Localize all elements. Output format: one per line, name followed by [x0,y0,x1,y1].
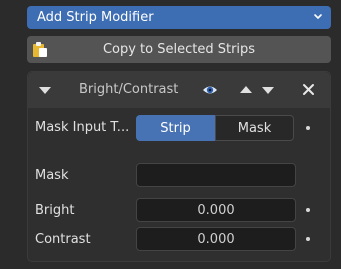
close-icon[interactable] [302,83,315,96]
mask-input-type-decorator[interactable] [306,126,310,130]
contrast-value: 0.000 [197,231,235,247]
paste-icon [33,42,47,57]
bright-decorator[interactable] [306,208,310,212]
add-strip-modifier-dropdown[interactable]: Add Strip Modifier [27,6,331,29]
contrast-label: Contrast [35,232,91,247]
collapse-arrow-icon[interactable] [38,85,52,95]
move-up-icon[interactable] [239,85,253,95]
mask-option[interactable]: Mask [215,115,294,141]
bright-field[interactable]: 0.000 [136,198,296,222]
add-strip-modifier-label: Add Strip Modifier [37,10,154,25]
modifier-title: Bright/Contrast [79,82,179,97]
contrast-field[interactable]: 0.000 [136,227,296,251]
mask-option-label: Mask [237,120,272,136]
strip-modifiers-panel: Add Strip Modifier Copy to Selected Stri… [0,0,341,269]
mask-label: Mask [35,168,69,183]
bright-contrast-modifier: Bright/Contrast Mask Input T... Strip Ma… [27,71,331,262]
eye-icon[interactable] [202,83,218,97]
copy-to-selected-strips-button[interactable]: Copy to Selected Strips [27,36,331,63]
mask-field[interactable] [136,163,296,187]
modifier-header: Bright/Contrast [28,72,330,108]
chevron-down-icon [314,14,322,19]
mask-input-type-selector: Strip Mask [136,115,296,141]
strip-option-label: Strip [160,120,191,136]
mask-input-type-label: Mask Input T... [35,120,130,135]
bright-label: Bright [35,203,75,218]
bright-value: 0.000 [197,202,235,218]
contrast-decorator[interactable] [306,237,310,241]
copy-to-selected-strips-label: Copy to Selected Strips [102,42,256,57]
strip-option[interactable]: Strip [136,115,215,141]
move-down-icon[interactable] [261,85,275,95]
